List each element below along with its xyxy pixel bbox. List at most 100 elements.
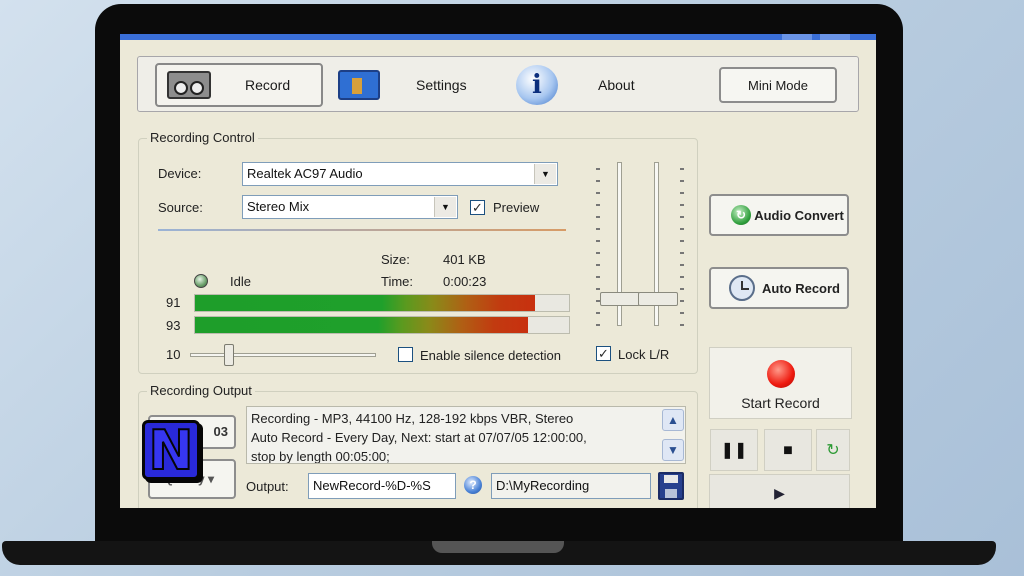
silence-threshold-slider-thumb[interactable]	[224, 344, 234, 366]
channel-logo-letter: N	[147, 419, 194, 482]
mini-mode-button[interactable]: Mini Mode	[719, 67, 837, 103]
info-line-3: stop by length 00:05:00;	[251, 449, 390, 464]
repeat-button[interactable]: ↻	[816, 429, 850, 471]
silence-detection-checkbox[interactable]	[398, 347, 413, 362]
repeat-icon: ↻	[826, 442, 840, 459]
channel-logo: N	[142, 420, 200, 480]
auto-record-button[interactable]: Auto Record	[709, 267, 849, 309]
scroll-up-button[interactable]: ▲	[662, 409, 684, 431]
settings-tab-label: Settings	[416, 77, 467, 93]
scale-tick	[680, 252, 684, 254]
scale-tick	[680, 312, 684, 314]
pause-icon: ❚❚	[720, 442, 748, 459]
app-window: Record Settings i About Mini Mode Record…	[120, 34, 876, 508]
record-dot-icon	[766, 360, 795, 388]
device-select[interactable]: Realtek AC97 Audio ▼	[242, 162, 558, 186]
volume-slider-left-thumb[interactable]	[600, 292, 640, 306]
scale-tick	[596, 168, 600, 170]
silence-threshold-slider[interactable]	[190, 353, 376, 357]
lock-lr-label: Lock L/R	[618, 347, 670, 362]
scale-tick	[596, 312, 600, 314]
minimize-button[interactable]	[782, 34, 812, 40]
recording-output-title: Recording Output	[147, 383, 255, 398]
scale-tick	[596, 288, 600, 290]
status-led-icon	[194, 274, 208, 288]
close-button[interactable]	[820, 34, 850, 40]
about-tab-button[interactable]: i About	[516, 63, 686, 107]
size-label: Size:	[381, 252, 410, 267]
play-button[interactable]: ▶	[709, 474, 850, 508]
source-select-value: Stereo Mix	[247, 199, 310, 214]
scale-tick	[680, 216, 684, 218]
silence-detection-label: Enable silence detection	[420, 348, 561, 363]
size-value: 401 KB	[443, 252, 486, 267]
level-meter-right	[194, 316, 570, 334]
info-line-2: Auto Record - Every Day, Next: start at …	[251, 430, 587, 445]
recording-info-box: Recording - MP3, 44100 Hz, 128-192 kbps …	[246, 406, 686, 464]
scale-tick	[680, 180, 684, 182]
folder-settings-icon	[338, 70, 380, 100]
scroll-down-button[interactable]: ▼	[662, 439, 684, 461]
output-filename-field[interactable]: NewRecord-%D-%S	[308, 473, 456, 499]
scale-tick	[596, 252, 600, 254]
preview-label: Preview	[493, 200, 540, 215]
output-folder-field[interactable]: D:\MyRecording	[491, 473, 651, 499]
scale-tick	[680, 276, 684, 278]
preview-checkbox[interactable]: ✓	[470, 200, 485, 215]
divider	[158, 229, 566, 231]
scale-tick	[680, 204, 684, 206]
scale-tick	[596, 324, 600, 326]
play-icon: ▶	[774, 485, 785, 501]
clock-icon	[729, 275, 755, 301]
scale-tick	[680, 168, 684, 170]
save-disk-icon[interactable]	[658, 472, 684, 500]
audio-convert-button[interactable]: ↻ Audio Convert	[709, 194, 849, 236]
time-value: 0:00:23	[443, 274, 487, 289]
device-label: Device:	[158, 166, 202, 181]
auto-record-label: Auto Record	[762, 280, 840, 296]
chevron-down-icon[interactable]: ▼	[434, 197, 456, 217]
status-text: Idle	[230, 274, 251, 289]
source-select[interactable]: Stereo Mix ▼	[242, 195, 458, 219]
scale-tick	[596, 180, 600, 182]
stop-button[interactable]: ■	[764, 429, 812, 471]
scale-tick	[680, 240, 684, 242]
record-tab-button[interactable]: Record	[155, 63, 323, 107]
scale-tick	[680, 192, 684, 194]
main-toolbar: Record Settings i About Mini Mode	[137, 56, 859, 112]
meter-right-value: 93	[166, 318, 181, 333]
settings-tab-button[interactable]: Settings	[338, 63, 508, 107]
pause-button[interactable]: ❚❚	[710, 429, 758, 471]
lock-lr-checkbox[interactable]: ✓	[596, 346, 611, 361]
source-label: Source:	[158, 200, 203, 215]
info-icon: i	[516, 65, 558, 105]
start-record-button[interactable]: Start Record	[709, 347, 852, 419]
window-titlebar	[120, 34, 876, 40]
convert-icon: ↻	[731, 205, 751, 225]
start-record-label: Start Record	[741, 395, 820, 411]
scale-tick	[680, 324, 684, 326]
scale-tick	[596, 204, 600, 206]
device-select-value: Realtek AC97 Audio	[247, 166, 363, 181]
scale-tick	[596, 240, 600, 242]
scale-tick	[596, 228, 600, 230]
about-tab-label: About	[598, 77, 635, 93]
scale-tick	[680, 264, 684, 266]
help-icon[interactable]: ?	[464, 476, 482, 494]
audio-convert-label: Audio Convert	[754, 207, 844, 223]
scale-tick	[596, 264, 600, 266]
info-line-1: Recording - MP3, 44100 Hz, 128-192 kbps …	[251, 411, 574, 426]
scale-tick	[680, 228, 684, 230]
scale-tick	[680, 300, 684, 302]
output-label: Output:	[246, 479, 289, 494]
cassette-tape-icon	[167, 71, 211, 99]
scale-tick	[680, 288, 684, 290]
meter-left-value: 91	[166, 295, 181, 310]
scale-tick	[596, 216, 600, 218]
chevron-down-icon[interactable]: ▼	[534, 164, 556, 184]
recording-control-title: Recording Control	[147, 130, 258, 145]
level-meter-left	[194, 294, 570, 312]
level-meter-left-fill	[195, 295, 536, 311]
level-meter-right-fill	[195, 317, 528, 333]
volume-slider-right-thumb[interactable]	[638, 292, 678, 306]
